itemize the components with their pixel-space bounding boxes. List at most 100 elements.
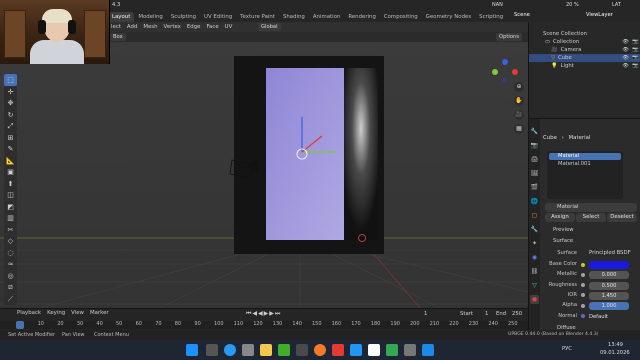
search-icon[interactable] [206,344,218,356]
menu-lect[interactable]: lect [108,24,124,30]
render-camera-icon[interactable]: 📷 [632,46,639,54]
timeline-menu-view[interactable]: View [68,310,87,316]
normal-field[interactable]: Default [589,313,629,321]
transform-icon[interactable]: ⊞ [4,131,17,144]
app-icon-4[interactable] [422,344,434,356]
material-slots-list[interactable]: Material Material.001 [547,151,623,199]
preview-section[interactable]: Preview [553,227,574,233]
cursor-select-icon[interactable]: ⬚ [4,74,17,86]
telegram-icon[interactable] [350,344,362,356]
pan-hand-icon[interactable]: ✋ [514,96,524,106]
visibility-eye-icon[interactable]: 👁 [622,62,629,70]
metallic-socket-icon[interactable] [581,272,585,277]
tab-modeling[interactable]: Modeling [134,12,167,22]
material-tab-icon[interactable]: ● [530,295,539,304]
outliner-row-collection[interactable]: ▭ Collection 👁 📷 [529,38,640,46]
roughness-field[interactable]: 0.500 [589,281,629,290]
3d-viewport[interactable]: ⊕ ✋ 🎥 ▦ [0,42,528,308]
tab-compositing[interactable]: Compositing [380,12,422,22]
tab-rendering[interactable]: Rendering [344,12,380,22]
rip-icon[interactable]: ⟋ [4,292,17,305]
material-name-field[interactable]: Material [545,203,637,212]
metallic-field[interactable]: 0.000 [589,271,629,280]
particles-tab-icon[interactable]: ✦ [530,239,539,248]
render-tab-icon[interactable]: 📷 [530,141,539,150]
menu-vertex[interactable]: Vertex [161,24,184,30]
visibility-eye-icon[interactable]: 👁 [622,54,629,62]
surface-section[interactable]: Surface [553,238,573,244]
menu-uv[interactable]: UV [222,24,236,30]
tab-scripting[interactable]: Scripting [475,12,507,22]
measure-icon[interactable]: 📐 [4,154,17,167]
timeline-menu-keying[interactable]: Keying [44,310,68,316]
physics-tab-icon[interactable]: ◉ [530,253,539,262]
end-frame[interactable]: 250 [512,311,522,317]
menu-mesh[interactable]: Mesh [140,24,160,30]
clock-time[interactable]: 13:49 [608,342,623,348]
render-camera-icon[interactable]: 📷 [632,54,639,62]
menu-add[interactable]: Add [124,24,140,30]
visibility-eye-icon[interactable]: 👁 [622,46,629,54]
menu-face[interactable]: Face [203,24,221,30]
tab-geometry-nodes[interactable]: Geometry Nodes [422,12,475,22]
language-indicator[interactable]: РУС [562,346,572,352]
recorder-icon[interactable] [332,344,344,356]
camera-view-icon[interactable]: 🎥 [514,110,524,120]
ior-field[interactable]: 1.450 [589,291,629,300]
outliner-row-cube[interactable]: ▽ Cube 👁 📷 [529,54,640,62]
render-camera-icon[interactable]: 📷 [632,38,639,46]
surface-shader[interactable]: Principled BSDF [589,250,631,256]
rotate-icon[interactable]: ↻ [4,108,17,121]
menu-edge[interactable]: Edge [184,24,204,30]
door-panel[interactable] [266,68,344,240]
visibility-eye-icon[interactable]: 👁 [622,38,629,46]
grid-view-icon[interactable]: ▦ [514,124,524,134]
options-dropdown[interactable]: Options [496,33,523,41]
spin-icon[interactable]: ◌ [4,246,17,259]
material-slot-1[interactable]: Material.001 [549,161,621,168]
chrome-icon[interactable] [386,344,398,356]
minecraft-icon[interactable] [278,344,290,356]
tab-layout[interactable]: Layout [108,12,135,22]
base-color-field[interactable] [589,261,629,269]
current-frame[interactable]: 1 [424,311,427,317]
file-explorer-icon[interactable] [260,344,272,356]
alpha-socket-icon[interactable] [581,303,585,308]
tab-uv-editing[interactable]: UV Editing [200,12,236,22]
constraints-tab-icon[interactable]: ⛓ [530,267,539,276]
poly-build-icon[interactable]: ◇ [4,235,17,247]
orientation-dropdown[interactable]: Global [258,23,281,31]
app-icon-2[interactable] [368,344,380,356]
blender-icon[interactable] [314,344,326,356]
smooth-icon[interactable]: ≈ [4,258,17,270]
world-tab-icon[interactable]: 🌐 [530,197,539,206]
bevel-icon[interactable]: ◩ [4,200,17,213]
tab-texture-paint[interactable]: Texture Paint [236,12,279,22]
add-cube-icon[interactable]: ▣ [4,166,17,178]
shear-icon[interactable]: ⧄ [4,281,17,293]
edge-icon[interactable] [224,344,236,356]
inset-icon[interactable]: ◫ [4,189,17,201]
annotate-icon[interactable]: ✎ [4,143,17,155]
playhead[interactable] [16,321,24,329]
select-mode-dropdown[interactable]: Box [110,33,126,41]
loop-cut-icon[interactable]: ▥ [4,212,17,224]
assign-button[interactable]: Assign [545,213,575,222]
alpha-field[interactable]: 1.000 [589,302,629,311]
timeline-menu-playback[interactable]: Playback [14,310,44,316]
outliner-row-camera[interactable]: 🎥 Camera 👁 📷 [529,46,640,54]
task-view-icon[interactable] [242,344,254,356]
tool-tab-icon[interactable]: 🔧 [530,127,539,136]
shrink-icon[interactable]: ◎ [4,269,17,282]
outliner-row-light[interactable]: 💡 Light 👁 📷 [529,62,640,70]
scene-selector[interactable]: Scene [514,12,530,18]
scene-tab-icon[interactable]: 🎬 [530,183,539,192]
playback-controls[interactable]: ⏮◀◀▶▶⏭ [246,310,281,318]
windows-start-icon[interactable] [186,344,198,356]
ior-socket-icon[interactable] [581,293,585,298]
extrude-icon[interactable]: ⬆ [4,177,17,190]
knife-icon[interactable]: ✂ [4,223,17,236]
app-icon[interactable] [296,344,308,356]
normal-socket-icon[interactable] [581,314,585,318]
select-button[interactable]: Select [576,213,606,222]
